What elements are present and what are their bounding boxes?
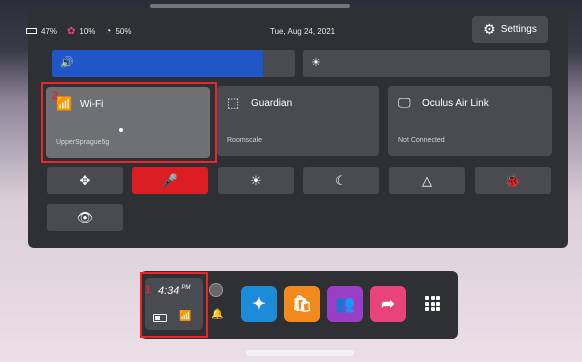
annotation-label-2: 2	[52, 90, 59, 102]
controller-icon-2: ◔	[105, 25, 112, 37]
controller-icon: ✿	[67, 25, 76, 37]
guardian-tile[interactable]: ⬚ Guardian Roomscale	[217, 86, 379, 156]
battery-icon	[26, 28, 37, 34]
guardian-icon: ⬚	[227, 95, 240, 110]
speaker-icon: 🔊	[60, 57, 74, 69]
home-indicator	[246, 350, 354, 356]
mic-mute-icon: 🎤	[161, 172, 179, 188]
store-app-icon[interactable]: 🛍	[284, 286, 320, 322]
sun-icon: ☀	[311, 57, 321, 69]
airlink-status: Not Connected	[398, 137, 445, 144]
guardian-title: Guardian	[251, 98, 293, 109]
battery-percent: 47%	[41, 26, 58, 36]
app-library-icon[interactable]	[425, 296, 440, 311]
controller-status: ✿ 10%	[67, 26, 95, 37]
date-label: Tue, Aug 24, 2021	[270, 27, 336, 36]
bug-icon: 🐞	[504, 172, 522, 188]
gear-icon: ⚙	[483, 21, 496, 37]
airlink-icon: 🖵	[398, 95, 411, 110]
annotation-box-1	[140, 272, 208, 338]
status-bar: 47% ✿ 10% ◔ 50%	[26, 22, 131, 40]
annotation-box-2	[41, 82, 217, 163]
explore-app-icon[interactable]: ✦	[241, 286, 277, 322]
mic-mute-button[interactable]: 🎤	[132, 167, 208, 194]
people-app-icon[interactable]: 👥	[327, 286, 363, 322]
volume-fill	[52, 50, 264, 77]
eye-button[interactable]: 👁	[47, 204, 123, 231]
night-mode-button[interactable]: ☾	[303, 167, 379, 194]
brightness-button[interactable]: ☀	[218, 167, 294, 194]
brightness-icon: ☀	[250, 172, 262, 188]
bug-button[interactable]: 🐞	[475, 167, 551, 194]
airlink-title: Oculus Air Link	[422, 98, 489, 109]
controller-percent: 10%	[79, 26, 96, 36]
annotation-label-1: 1	[145, 284, 152, 296]
avatar[interactable]	[209, 283, 223, 297]
eye-icon: 👁	[76, 209, 94, 225]
top-strip	[150, 4, 350, 8]
airlink-tile[interactable]: 🖵 Oculus Air Link Not Connected	[388, 86, 552, 156]
bell-icon[interactable]: 🔔	[211, 309, 223, 320]
settings-button[interactable]: ⚙ Settings	[472, 16, 548, 43]
night-mode-icon: ☾	[335, 172, 347, 188]
settings-label: Settings	[500, 24, 537, 35]
move-button[interactable]: ✥	[47, 167, 123, 194]
triangle-icon: △	[422, 172, 432, 188]
other-device-percent: 50%	[115, 26, 132, 36]
triangle-button[interactable]: △	[389, 167, 465, 194]
other-device-status: ◔ 50%	[105, 26, 131, 37]
brightness-slider[interactable]: ☀	[303, 50, 550, 77]
volume-slider[interactable]: 🔊	[52, 50, 295, 77]
move-icon: ✥	[79, 172, 91, 188]
share-app-icon[interactable]: ➦	[370, 286, 406, 322]
battery-status: 47%	[26, 27, 57, 36]
guardian-mode: Roomscale	[227, 137, 263, 144]
